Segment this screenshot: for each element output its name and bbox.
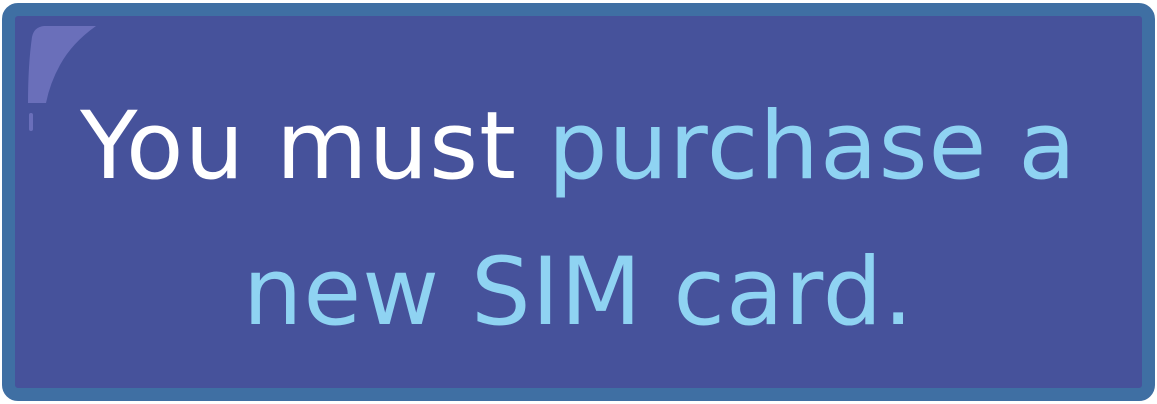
notice-line-1: You must purchase a	[15, 74, 1142, 220]
notice-message: You must purchase a new SIM card.	[15, 74, 1142, 366]
notice-text-highlight: purchase a	[547, 92, 1077, 201]
notice-text-highlight-2: new SIM card.	[242, 238, 915, 347]
notice-line-2: new SIM card.	[15, 220, 1142, 366]
notice-card: You must purchase a new SIM card.	[2, 3, 1155, 401]
notice-text-plain: You must	[80, 92, 548, 201]
